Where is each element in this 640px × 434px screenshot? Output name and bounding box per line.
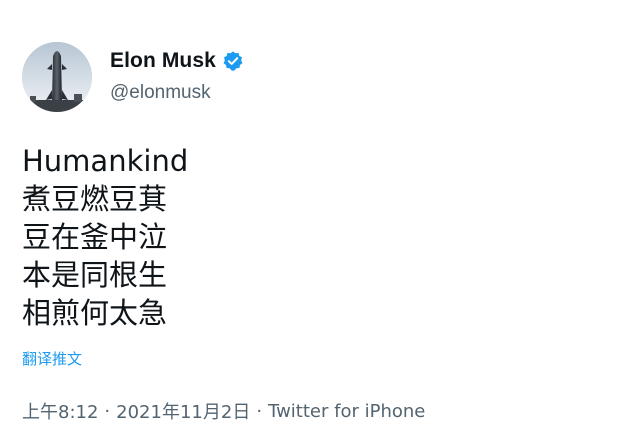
tweet-line: 煮豆燃豆萁 (22, 182, 168, 216)
author-block: Elon Musk @elonmusk (110, 48, 244, 104)
tweet-time[interactable]: 上午8:12 (22, 398, 98, 424)
verified-badge-icon[interactable] (222, 50, 244, 72)
tweet-line: 豆在釜中泣 (22, 220, 168, 254)
tweet-line: 相煎何太急 (22, 296, 168, 330)
meta-separator: · (256, 400, 263, 422)
tweet-meta: 上午8:12 · 2021年11月2日 · Twitter for iPhone (22, 398, 425, 424)
translate-tweet-link[interactable]: 翻译推文 (22, 348, 82, 369)
tweet-text: Humankind 煮豆燃豆萁 豆在釜中泣 本是同根生 相煎何太急 (22, 142, 188, 332)
display-name[interactable]: Elon Musk (110, 49, 216, 73)
avatar[interactable] (22, 42, 92, 112)
tweet-line: Humankind (22, 144, 189, 178)
starship-rocket-icon (22, 42, 92, 112)
name-row: Elon Musk (110, 48, 244, 74)
tweet-source-link[interactable]: Twitter for iPhone (268, 401, 425, 422)
tweet-date[interactable]: 2021年11月2日 (116, 398, 250, 424)
tweet-line: 本是同根生 (22, 258, 168, 292)
meta-separator: · (104, 400, 111, 422)
tweet-card: Elon Musk @elonmusk Humankind 煮豆燃豆萁 豆在釜中… (0, 0, 640, 434)
user-handle[interactable]: @elonmusk (110, 82, 244, 104)
